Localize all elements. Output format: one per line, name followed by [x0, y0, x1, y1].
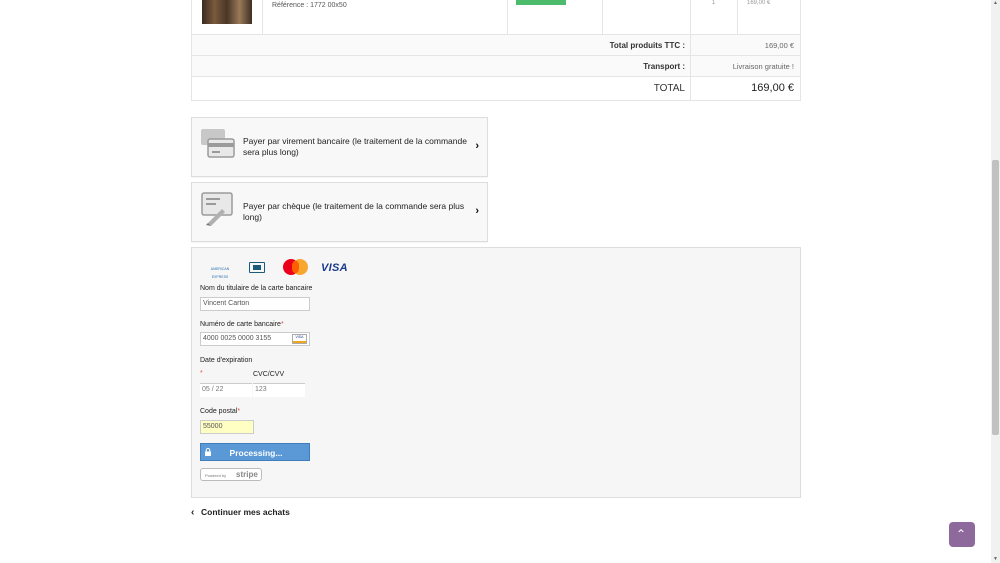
card-number-input[interactable]: 4000 0025 0000 3155 VISA — [200, 332, 310, 346]
column-divider — [690, 0, 691, 35]
scroll-up-arrow-icon[interactable]: ▲ — [993, 0, 998, 6]
column-divider — [737, 0, 738, 35]
cardholder-name-label: Nom du titulaire de la carte bancaire — [200, 285, 313, 292]
expiry-required-mark: * — [200, 370, 203, 377]
card-number-label: Numéro de carte bancaire* — [200, 321, 284, 328]
transport-label: Transport : — [643, 62, 685, 71]
detected-card-icon: VISA — [292, 334, 307, 344]
cardholder-name-input[interactable]: Vincent Carton — [200, 297, 310, 311]
scroll-down-arrow-icon[interactable]: ▼ — [993, 556, 998, 562]
powered-by-text: Powered by — [205, 473, 227, 478]
bank-transfer-icon — [200, 126, 236, 162]
pay-bank-transfer-label: Payer par virement bancaire (le traiteme… — [243, 136, 467, 157]
chevron-left-icon: ‹ — [191, 507, 195, 518]
total-products-value: 169,00 € — [764, 41, 794, 50]
postal-code-label-text: Code postal — [200, 408, 238, 415]
powered-by-stripe-badge[interactable]: Powered by stripe — [200, 468, 262, 481]
card-number-label-text: Numéro de carte bancaire — [200, 321, 281, 328]
postal-code-label: Code postal* — [200, 408, 240, 415]
back-to-top-button[interactable]: ⌃ — [949, 522, 975, 547]
chevron-right-icon: › — [475, 140, 479, 152]
visa-icon: VISA — [321, 262, 348, 274]
cart-summary-table: Référence : 1772 00x50 1 169,00 € Total … — [191, 0, 801, 101]
column-divider — [690, 56, 691, 76]
card-number-value: 4000 0025 0000 3155 — [203, 335, 272, 342]
processing-button-label: Processing... — [229, 448, 283, 458]
accepted-cards: AMERICAN EXPRESS VISA — [204, 256, 354, 279]
transport-value: Livraison gratuite ! — [732, 62, 794, 71]
processing-button[interactable]: Processing... — [200, 443, 310, 461]
page-scrollbar[interactable]: ▲ ▼ — [991, 0, 1000, 563]
amex-icon: AMERICAN EXPRESS — [210, 267, 230, 279]
stripe-logo: stripe — [236, 470, 258, 479]
pay-cheque-label: Payer par chèque (le traitement de la co… — [243, 201, 465, 222]
cvc-input[interactable]: 123 — [253, 383, 305, 397]
product-thumbnail[interactable] — [202, 0, 252, 24]
diners-icon — [249, 262, 265, 273]
total-products-label: Total produits TTC : — [609, 41, 685, 50]
column-divider — [602, 0, 603, 35]
detected-card-text: VISA — [295, 335, 304, 339]
continue-shopping-label: Continuer mes achats — [201, 507, 290, 517]
postal-code-input[interactable]: 55000 — [200, 420, 254, 434]
mastercard-icon — [281, 257, 311, 279]
scrollbar-thumb[interactable] — [992, 160, 999, 435]
grand-total-row: TOTAL 169,00 € — [192, 77, 800, 100]
pay-bank-transfer-option[interactable]: Payer par virement bancaire (le traiteme… — [191, 117, 488, 177]
availability-badge — [516, 0, 566, 5]
expiry-input[interactable]: 05 / 22 — [200, 383, 252, 397]
required-mark: * — [237, 408, 241, 415]
expiry-label: Date d'expiration — [200, 357, 253, 364]
required-mark: * — [280, 321, 284, 328]
stripe-payment-form: AMERICAN EXPRESS VISA Nom du titulaire d… — [191, 247, 801, 498]
checkout-page: Référence : 1772 00x50 1 169,00 € Total … — [0, 0, 1000, 563]
chevron-right-icon: › — [475, 205, 479, 217]
pay-cheque-option[interactable]: Payer par chèque (le traitement de la co… — [191, 182, 488, 242]
product-quantity: 1 — [712, 0, 716, 6]
product-reference: Référence : 1772 00x50 — [272, 2, 347, 9]
transport-row: Transport : Livraison gratuite ! — [192, 56, 800, 77]
cart-product-row: Référence : 1772 00x50 1 169,00 € — [192, 0, 800, 35]
chevron-up-icon: ⌃ — [956, 527, 967, 541]
cvc-label: CVC/CVV — [253, 371, 285, 378]
grand-total-value: 169,00 € — [751, 82, 794, 94]
column-divider — [690, 35, 691, 55]
continue-shopping-link[interactable]: ‹ Continuer mes achats — [191, 507, 290, 518]
column-divider — [262, 0, 263, 35]
column-divider — [507, 0, 508, 35]
grand-total-label: TOTAL — [653, 83, 685, 94]
product-price: 169,00 € — [747, 0, 771, 6]
column-divider — [690, 77, 691, 100]
total-products-row: Total produits TTC : 169,00 € — [192, 35, 800, 56]
cheque-icon — [200, 191, 236, 227]
